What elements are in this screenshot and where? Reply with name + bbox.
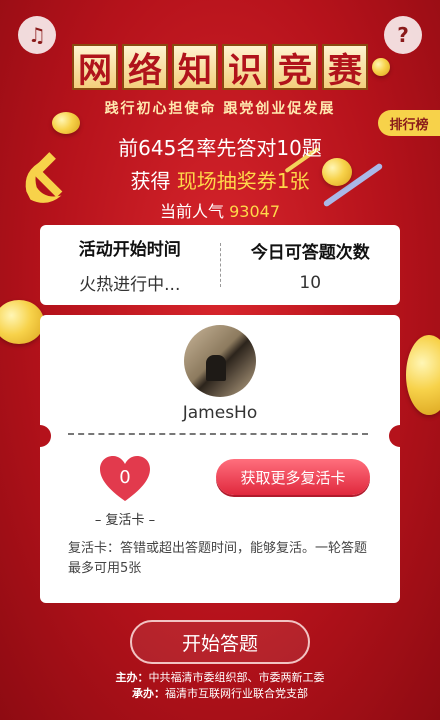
start-quiz-button[interactable]: 开始答题 xyxy=(130,620,310,664)
promo-block: 前645名率先答对10题 获得 现场抽奖券1张 当前人气 93047 xyxy=(0,132,440,222)
ticket-notch xyxy=(40,425,51,447)
promo-prize-highlight: 现场抽奖券1张 xyxy=(176,169,310,193)
footer: 主办：中共福清市委组织部、市委两新工委 承办：福清市互联网行业联合党支部 xyxy=(0,670,440,702)
ticket-notch xyxy=(389,425,400,447)
title-char: 识 xyxy=(222,44,268,91)
start-time-label: 活动开始时间 xyxy=(78,240,181,260)
page-title: 网 络 知 识 竞 赛 践行初心担使命 跟党创业促发展 xyxy=(0,44,440,118)
footer-organizer-value: 福清市互联网行业联合党支部 xyxy=(165,687,308,700)
popularity-value: 93047 xyxy=(229,202,280,221)
avatar xyxy=(184,325,256,397)
activity-info-card: 活动开始时间 火热进行中... 今日可答题次数 10 xyxy=(40,225,400,305)
attempts-label: 今日可答题次数 xyxy=(250,242,370,263)
profile-card: JamesHo 0 – 复活卡 – 获取更多复活卡 复活卡：答错或超出答题时间，… xyxy=(40,315,400,603)
gold-coin-decor xyxy=(0,300,44,344)
start-time-value: 火热进行中... xyxy=(79,275,181,295)
title-char: 知 xyxy=(172,44,218,91)
attempts-value: 10 xyxy=(299,272,322,293)
footer-host-value: 中共福清市委组织部、市委两新工委 xyxy=(148,671,325,684)
revive-description: 复活卡：答错或超出答题时间，能够复活。一轮答题最多可用5张 xyxy=(68,541,368,576)
promo-headline: 前645名率先答对10题 xyxy=(118,136,322,160)
dashed-divider xyxy=(68,433,368,435)
footer-organizer: 承办：福清市互联网行业联合党支部 xyxy=(0,686,440,702)
gold-coin-decor xyxy=(406,335,440,415)
title-char: 竞 xyxy=(272,44,318,91)
footer-host-label: 主办： xyxy=(115,671,149,684)
username: JamesHo xyxy=(182,403,258,423)
get-more-revive-button[interactable]: 获取更多复活卡 xyxy=(216,459,370,495)
footer-organizer-label: 承办： xyxy=(132,687,165,700)
popularity-label: 当前人气 xyxy=(159,202,224,221)
title-char: 赛 xyxy=(322,44,368,91)
promo-prize: 获得 现场抽奖券1张 xyxy=(0,165,440,194)
start-time-col: 活动开始时间 火热进行中... xyxy=(40,225,220,305)
title-char: 网 xyxy=(72,44,118,91)
title-chars: 网 络 知 识 竞 赛 xyxy=(72,44,368,91)
promo-prize-prefix: 获得 xyxy=(130,169,171,193)
attempts-col: 今日可答题次数 10 xyxy=(221,225,401,305)
revive-count: 0 xyxy=(119,467,131,488)
title-char: 络 xyxy=(122,44,168,91)
revive-card-label: – 复活卡 – xyxy=(94,513,156,528)
page-subtitle: 践行初心担使命 跟党创业促发展 xyxy=(104,101,336,117)
popularity: 当前人气 93047 xyxy=(0,198,440,222)
footer-host: 主办：中共福清市委组织部、市委两新工委 xyxy=(0,670,440,686)
